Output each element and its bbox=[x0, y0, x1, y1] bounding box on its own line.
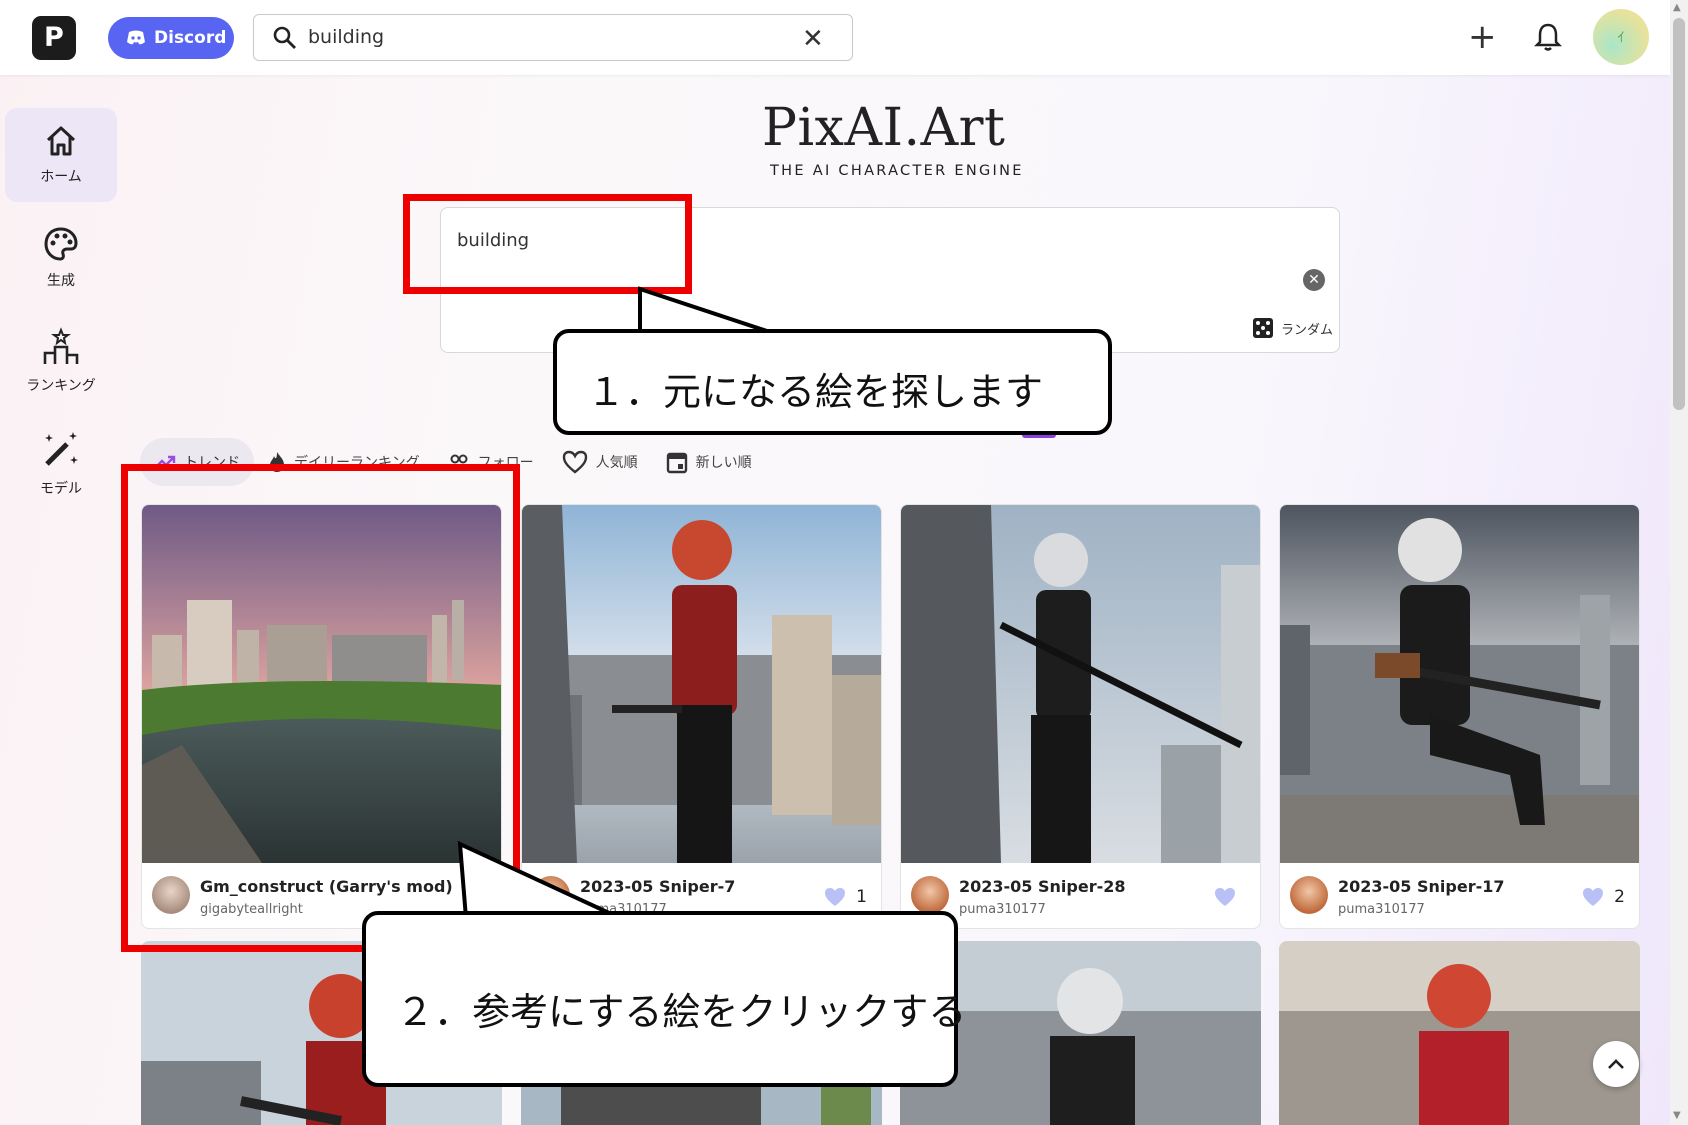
tab-label: 人気順 bbox=[595, 455, 638, 471]
pixai-logo[interactable]: P bbox=[32, 16, 76, 60]
like-button[interactable] bbox=[1214, 887, 1246, 907]
author-avatar[interactable] bbox=[911, 876, 949, 914]
scroll-down-arrow[interactable]: ▼ bbox=[1673, 1110, 1681, 1121]
sidebar-item-label: ランキング bbox=[26, 378, 96, 394]
dice-icon bbox=[1253, 318, 1273, 338]
scrollbar-thumb[interactable] bbox=[1673, 18, 1685, 410]
heart-icon bbox=[1215, 888, 1235, 906]
ranking-icon bbox=[43, 327, 79, 364]
user-avatar[interactable]: ｲ bbox=[1593, 9, 1649, 65]
artwork-title[interactable]: 2023-05 Sniper-17 bbox=[1338, 877, 1505, 896]
artwork-card[interactable]: 2023-05 Sniper-17 puma310177 2 bbox=[1279, 504, 1640, 929]
artwork-author[interactable]: puma310177 bbox=[1338, 902, 1425, 917]
discord-icon bbox=[127, 30, 145, 45]
chevron-up-icon bbox=[1608, 1059, 1624, 1069]
palette-icon bbox=[44, 227, 78, 261]
home-icon bbox=[46, 126, 76, 156]
create-plus-icon[interactable]: + bbox=[1468, 17, 1497, 57]
heart-icon bbox=[562, 450, 587, 474]
sidebar-item-label: ホーム bbox=[40, 169, 82, 185]
random-button[interactable]: ランダム bbox=[1253, 318, 1333, 338]
magic-wand-icon bbox=[45, 432, 78, 466]
artwork-title[interactable]: 2023-05 Sniper-28 bbox=[959, 877, 1126, 896]
search-input[interactable]: building ✕ bbox=[253, 14, 853, 61]
calendar-icon bbox=[666, 452, 687, 474]
like-count: 2 bbox=[1614, 887, 1625, 907]
sidebar-item-generate[interactable]: 生成 bbox=[5, 211, 117, 305]
top-bar: P Discord building ✕ + ｲ bbox=[0, 0, 1670, 75]
discord-label: Discord bbox=[154, 28, 227, 48]
heart-icon bbox=[1583, 888, 1604, 906]
like-count: 1 bbox=[856, 887, 867, 907]
artwork-info: 2023-05 Sniper-17 puma310177 2 bbox=[1280, 863, 1639, 928]
tab-popular[interactable]: 人気順 bbox=[548, 438, 652, 486]
brand-tagline: THE AI CHARACTER ENGINE bbox=[770, 163, 1024, 179]
callout-step2: ２．参考にする絵をクリックする bbox=[362, 911, 966, 1087]
tab-newest[interactable]: 新しい順 bbox=[652, 438, 766, 486]
brand-title: PixAI.Art bbox=[762, 98, 1006, 158]
clear-prompt-icon[interactable]: ✕ bbox=[1303, 269, 1325, 291]
artwork-card[interactable] bbox=[1279, 941, 1640, 1125]
sidebar-item-ranking[interactable]: ランキング bbox=[5, 314, 117, 408]
callout-tail-2 bbox=[457, 840, 621, 920]
sidebar-item-label: 生成 bbox=[47, 273, 75, 289]
callout-step1-text: １．元になる絵を探します bbox=[587, 370, 1044, 414]
like-button[interactable]: 2 bbox=[1582, 887, 1625, 907]
tab-label: 新しい順 bbox=[695, 455, 752, 471]
sidebar-item-model[interactable]: モデル bbox=[5, 417, 117, 511]
discord-button[interactable]: Discord bbox=[108, 17, 234, 59]
search-value: building bbox=[308, 26, 385, 48]
like-button[interactable]: 1 bbox=[824, 887, 867, 907]
callout-step1: １．元になる絵を探します bbox=[553, 329, 1112, 435]
sidebar-item-home[interactable]: ホーム bbox=[5, 108, 117, 202]
artwork-image[interactable] bbox=[1280, 505, 1639, 863]
random-label: ランダム bbox=[1281, 322, 1334, 338]
heart-icon bbox=[825, 888, 846, 906]
callout-step2-text: ２．参考にする絵をクリックする bbox=[396, 990, 967, 1034]
author-avatar[interactable] bbox=[1290, 876, 1328, 914]
artwork-author[interactable]: puma310177 bbox=[959, 902, 1046, 917]
artwork-card[interactable]: 2023-05 Sniper-28 puma310177 bbox=[900, 504, 1261, 929]
highlight-box-prompt bbox=[403, 194, 692, 294]
scroll-to-top-button[interactable] bbox=[1593, 1041, 1639, 1087]
artwork-image[interactable] bbox=[522, 505, 881, 863]
sidebar-item-label: モデル bbox=[40, 481, 82, 497]
close-icon[interactable]: ✕ bbox=[802, 24, 824, 54]
search-icon bbox=[273, 26, 296, 49]
artwork-image[interactable] bbox=[901, 505, 1260, 863]
bell-icon[interactable] bbox=[1534, 22, 1562, 52]
scroll-up-arrow[interactable]: ▲ bbox=[1673, 2, 1681, 13]
